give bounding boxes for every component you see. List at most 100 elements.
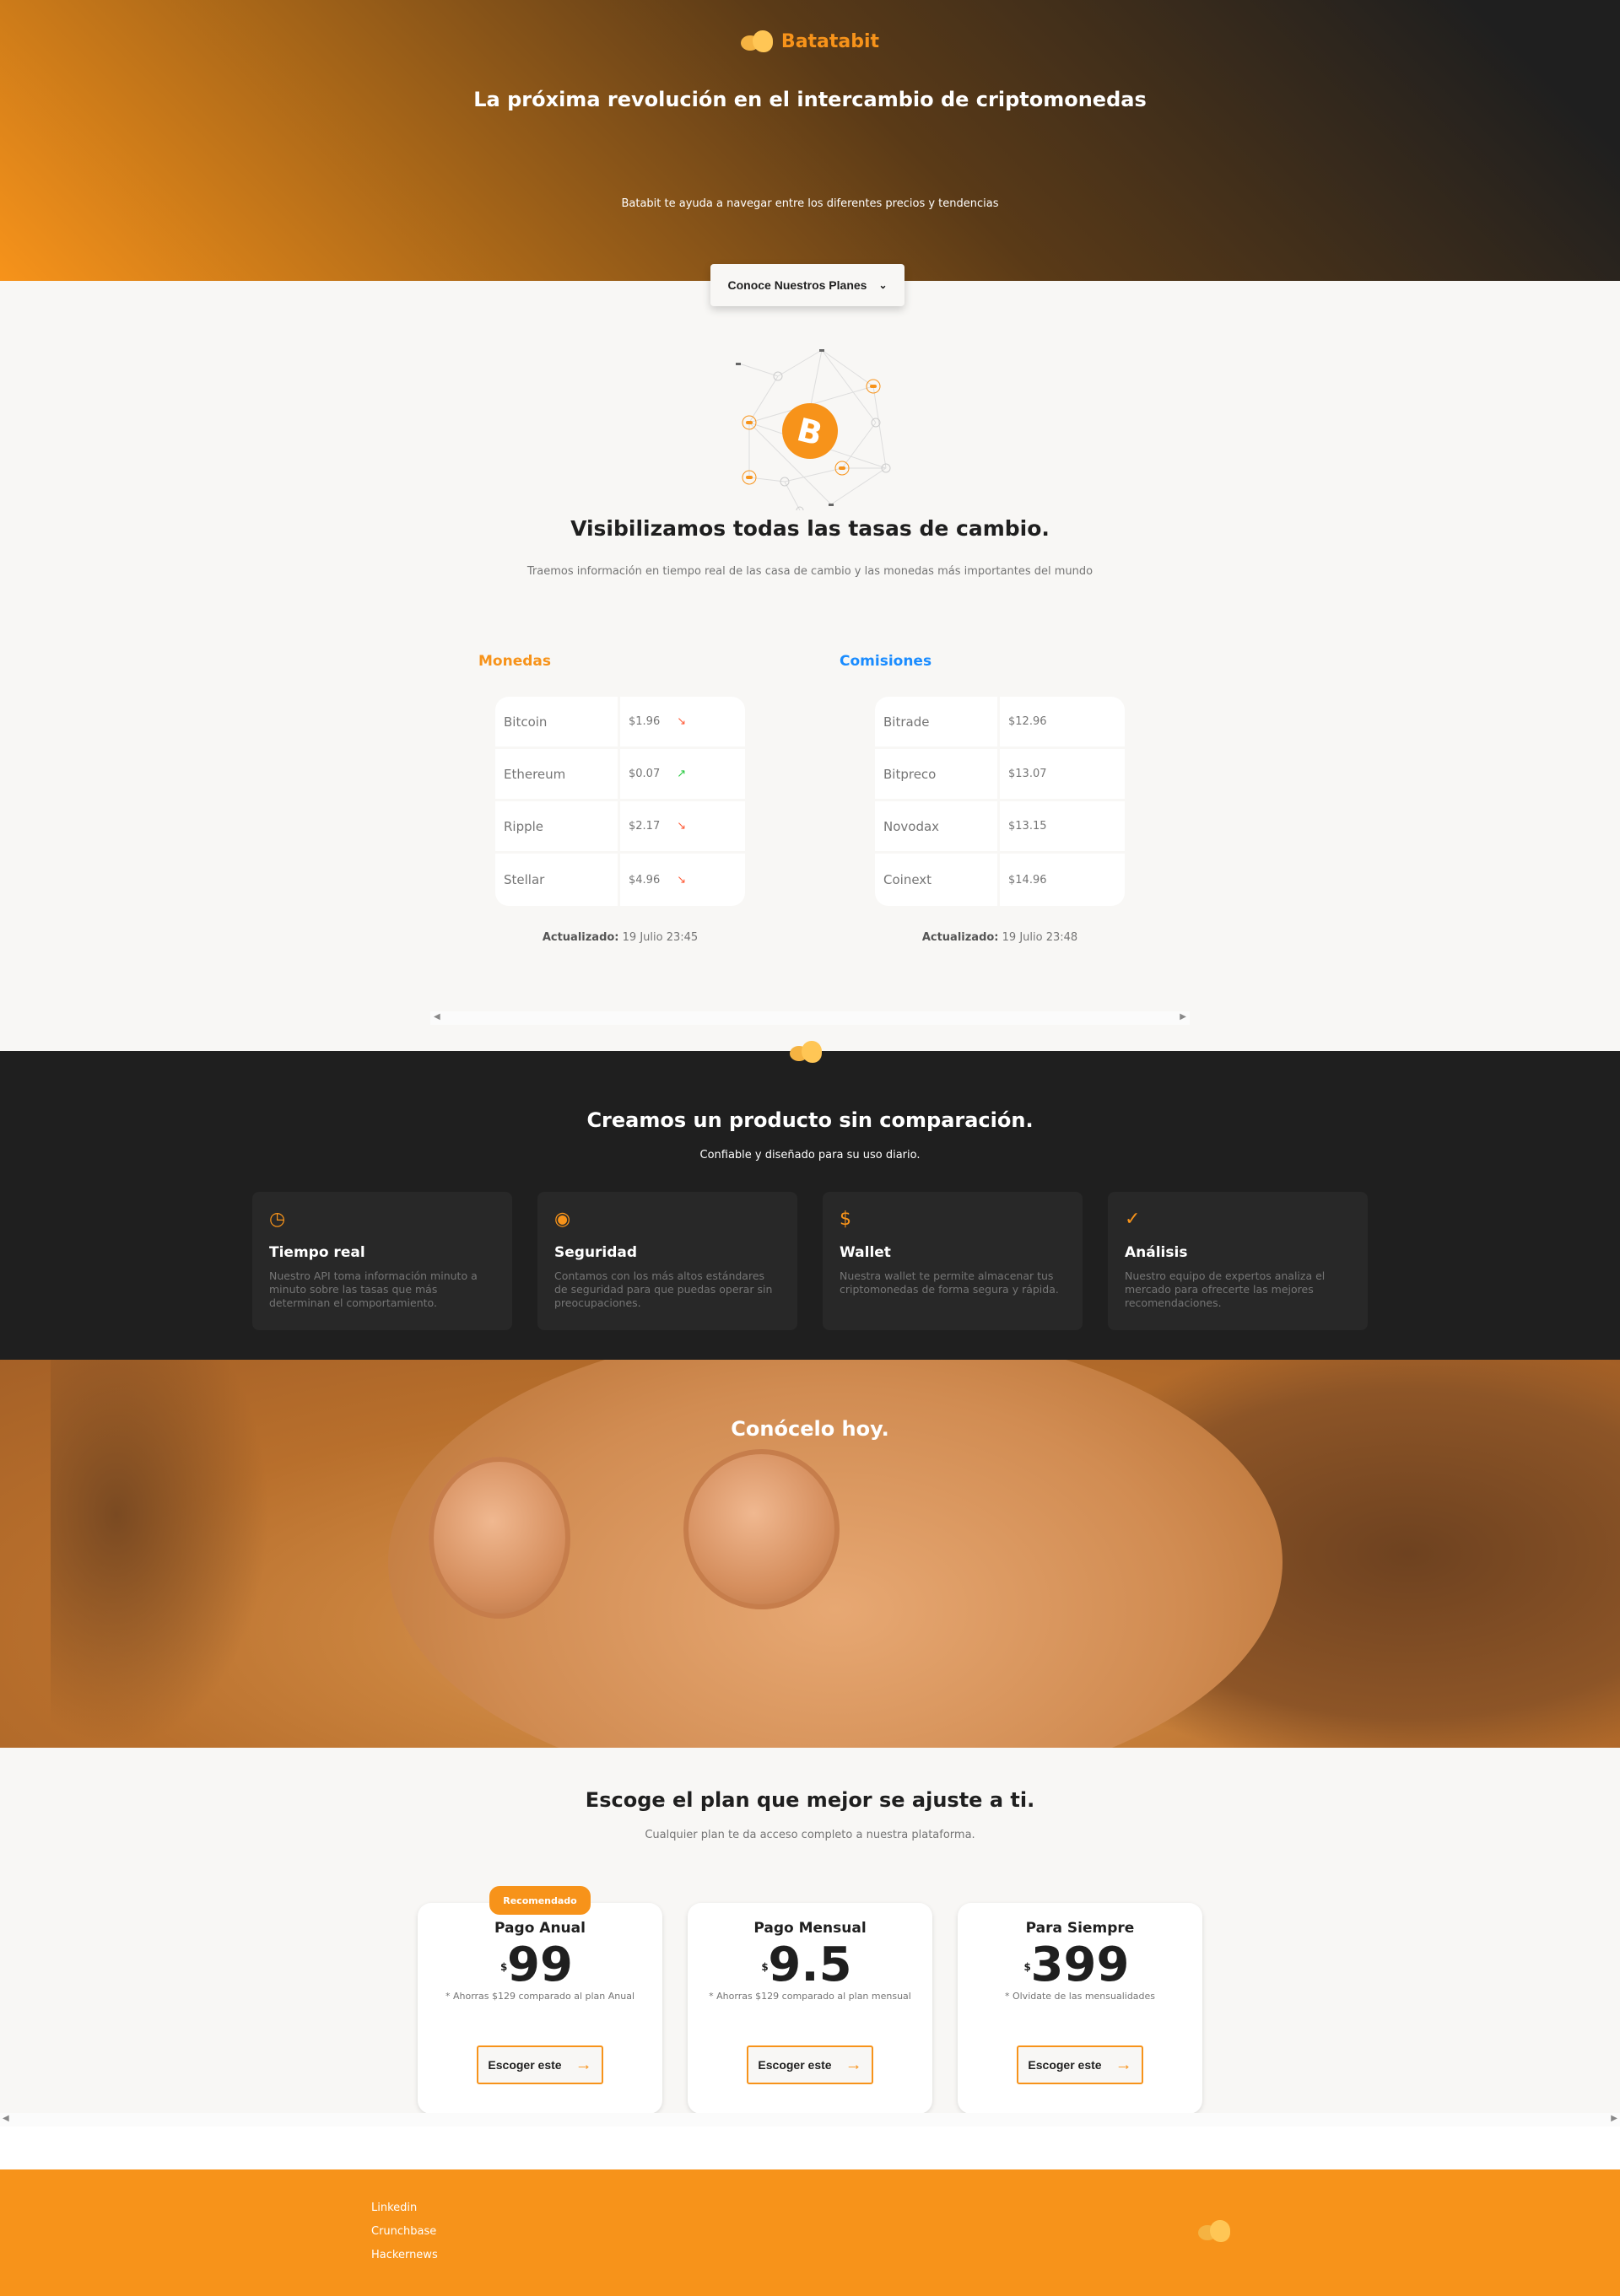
bitcoin-coin-right bbox=[683, 1449, 840, 1609]
footer: Linkedin Crunchbase Hackernews bbox=[0, 2169, 1620, 2296]
row-name: Coinext bbox=[875, 854, 1000, 906]
feature-text: Nuestro equipo de expertos analiza el me… bbox=[1125, 1269, 1326, 1309]
feature-card: $ Wallet Nuestra wallet te permite almacen… bbox=[823, 1192, 1083, 1330]
row-price: $14.96 bbox=[1008, 873, 1047, 887]
check-circle-icon: ✓ bbox=[1125, 1209, 1141, 1230]
row-value-cell: $12.96 bbox=[1000, 697, 1125, 746]
coins-updated: Actualizado: 19 Julio 23:45 bbox=[542, 931, 699, 944]
choose-plan-label: Escoger este bbox=[758, 2058, 832, 2072]
plan-card: Pago Mensual $9.5 * Ahorras $129 comparado… bbox=[688, 1903, 932, 2114]
row-value-cell: $13.07 bbox=[1000, 749, 1125, 799]
fees-updated: Actualizado: 19 Julio 23:48 bbox=[921, 931, 1078, 944]
feature-card: ◷ Tiempo real Nuestro API toma información… bbox=[252, 1192, 512, 1330]
coins-table: Bitcoin $1.96 ↘ Ethereum $0.07 ↗ Ripple $2.17 ↘ S… bbox=[495, 697, 745, 906]
table-row: Coinext $14.96 bbox=[875, 854, 1125, 906]
dollar-icon: $ bbox=[840, 1209, 851, 1230]
brand-logo[interactable]: Batatabit bbox=[0, 30, 1620, 52]
table-row: Bitrade $12.96 bbox=[875, 697, 1125, 749]
feature-title: Wallet bbox=[840, 1244, 891, 1261]
feature-title: Análisis bbox=[1125, 1244, 1188, 1261]
choose-plan-label: Escoger este bbox=[1028, 2058, 1102, 2072]
choose-plan-label: Escoger este bbox=[488, 2058, 562, 2072]
feature-text: Contamos con los más altos estándares de… bbox=[554, 1269, 773, 1309]
rates-title: Visibilizamos todas las tasas de cambio. bbox=[570, 516, 1050, 541]
banner-section: Conócelo hoy. bbox=[0, 1360, 1620, 1748]
chevron-down-icon: ⌄ bbox=[878, 279, 888, 291]
table-row: Ethereum $0.07 ↗ bbox=[495, 749, 745, 801]
plan-name: Para Siempre bbox=[1025, 1920, 1135, 1937]
row-price: $13.07 bbox=[1008, 768, 1047, 780]
hero-section: Batatabit La próxima revolución en el in… bbox=[0, 0, 1620, 281]
plans-subtitle: Cualquier plan te da acceso completo a n… bbox=[645, 1829, 975, 1841]
plan-card: Para Siempre $399 * Olvidate de las mensua… bbox=[958, 1903, 1202, 2114]
plan-name: Pago Mensual bbox=[753, 1920, 867, 1937]
bitcoin-network-illustration: B bbox=[736, 349, 891, 510]
row-value-cell: $13.15 bbox=[1000, 801, 1125, 851]
trending-down-icon: ↘ bbox=[677, 715, 687, 728]
trending-up-icon: ↗ bbox=[677, 768, 687, 780]
bitcoin-coin-left bbox=[429, 1457, 570, 1619]
feature-title: Seguridad bbox=[554, 1244, 638, 1261]
plan-price: $9.5 bbox=[761, 1938, 852, 1992]
feature-text: Nuestra wallet te permite almacenar tus … bbox=[840, 1269, 1059, 1296]
trending-down-icon: ↘ bbox=[677, 820, 687, 833]
row-price: $12.96 bbox=[1008, 715, 1047, 728]
table-row: Bitpreco $13.07 bbox=[875, 749, 1125, 801]
plan-price: $99 bbox=[500, 1938, 573, 1992]
row-value-cell: $4.96 ↘ bbox=[620, 854, 745, 906]
choose-plan-button[interactable]: Escoger este → bbox=[747, 2045, 873, 2084]
arrow-right-icon: → bbox=[845, 2055, 862, 2074]
plans-title: Escoge el plan que mejor se ajuste a ti. bbox=[585, 1788, 1035, 1812]
plans-button-label: Conoce Nuestros Planes bbox=[727, 278, 867, 292]
row-value-cell: $1.96 ↘ bbox=[620, 697, 745, 746]
potato-logo-icon bbox=[740, 30, 775, 52]
product-title: Creamos un producto sin comparación. bbox=[586, 1108, 1034, 1132]
row-price: $0.07 bbox=[629, 768, 661, 780]
plan-price: $399 bbox=[1024, 1938, 1130, 1992]
clock-icon: ◷ bbox=[269, 1209, 286, 1230]
plan-name: Pago Anual bbox=[494, 1920, 586, 1937]
currency-symbol: $ bbox=[500, 1961, 508, 1973]
fees-table: Bitrade $12.96 Bitpreco $13.07 Novodax $13.15… bbox=[875, 697, 1125, 906]
choose-plan-button[interactable]: Escoger este → bbox=[477, 2045, 603, 2084]
row-name: Ethereum bbox=[495, 749, 620, 799]
feature-card: ◉ Seguridad Contamos con los más altos est… bbox=[537, 1192, 797, 1330]
row-name: Bitrade bbox=[875, 697, 1000, 746]
arrow-right-icon: → bbox=[575, 2055, 592, 2074]
row-price: $2.17 bbox=[629, 820, 661, 833]
currency-symbol: $ bbox=[761, 1961, 769, 1973]
plan-price-value: 399 bbox=[1030, 1938, 1130, 1992]
choose-plan-button[interactable]: Escoger este → bbox=[1017, 2045, 1143, 2084]
page-horizontal-scrollbar[interactable]: ◀ ▶ bbox=[0, 2113, 1620, 2126]
hero-subtitle: Batabit te ayuda a navegar entre los dif… bbox=[621, 197, 999, 210]
footer-link-hackernews[interactable]: Hackernews bbox=[371, 2249, 438, 2261]
plans-dropdown-button[interactable]: Conoce Nuestros Planes ⌄ bbox=[710, 264, 904, 306]
table-row: Bitcoin $1.96 ↘ bbox=[495, 697, 745, 749]
feature-text: Nuestro API toma información minuto a mi… bbox=[269, 1269, 478, 1309]
rates-subtitle: Traemos información en tiempo real de la… bbox=[526, 565, 1094, 578]
product-subtitle: Confiable y diseñado para su uso diario. bbox=[699, 1149, 921, 1161]
brand-name: Batatabit bbox=[780, 30, 880, 52]
row-price: $13.15 bbox=[1008, 820, 1047, 833]
plan-price-value: 99 bbox=[507, 1938, 573, 1992]
row-value-cell: $0.07 ↗ bbox=[620, 749, 745, 799]
footer-link-crunchbase[interactable]: Crunchbase bbox=[371, 2225, 436, 2238]
row-name: Bitpreco bbox=[875, 749, 1000, 799]
row-value-cell: $2.17 ↘ bbox=[620, 801, 745, 851]
eye-icon: ◉ bbox=[554, 1209, 571, 1230]
row-price: $1.96 bbox=[629, 715, 661, 728]
currency-symbol: $ bbox=[1023, 1961, 1031, 1973]
plan-price-value: 9.5 bbox=[768, 1938, 852, 1992]
product-section: Creamos un producto sin comparación. Con… bbox=[0, 1051, 1620, 1360]
tables-horizontal-scrollbar[interactable]: ◀ ▶ bbox=[430, 1011, 1190, 1025]
row-name: Stellar bbox=[495, 854, 620, 906]
row-name: Novodax bbox=[875, 801, 1000, 851]
banner-title: Conócelo hoy. bbox=[731, 1417, 889, 1441]
table-row: Stellar $4.96 ↘ bbox=[495, 854, 745, 906]
footer-link-linkedin[interactable]: Linkedin bbox=[371, 2202, 417, 2214]
plan-card: Pago Anual $99 * Ahorras $129 comparado al… bbox=[418, 1903, 662, 2114]
arrow-right-icon: → bbox=[1115, 2055, 1132, 2074]
hero-title: La próxima revolución en el intercambio … bbox=[473, 88, 1147, 111]
row-value-cell: $14.96 bbox=[1000, 854, 1125, 906]
recommended-badge: Recomendado bbox=[489, 1886, 591, 1915]
